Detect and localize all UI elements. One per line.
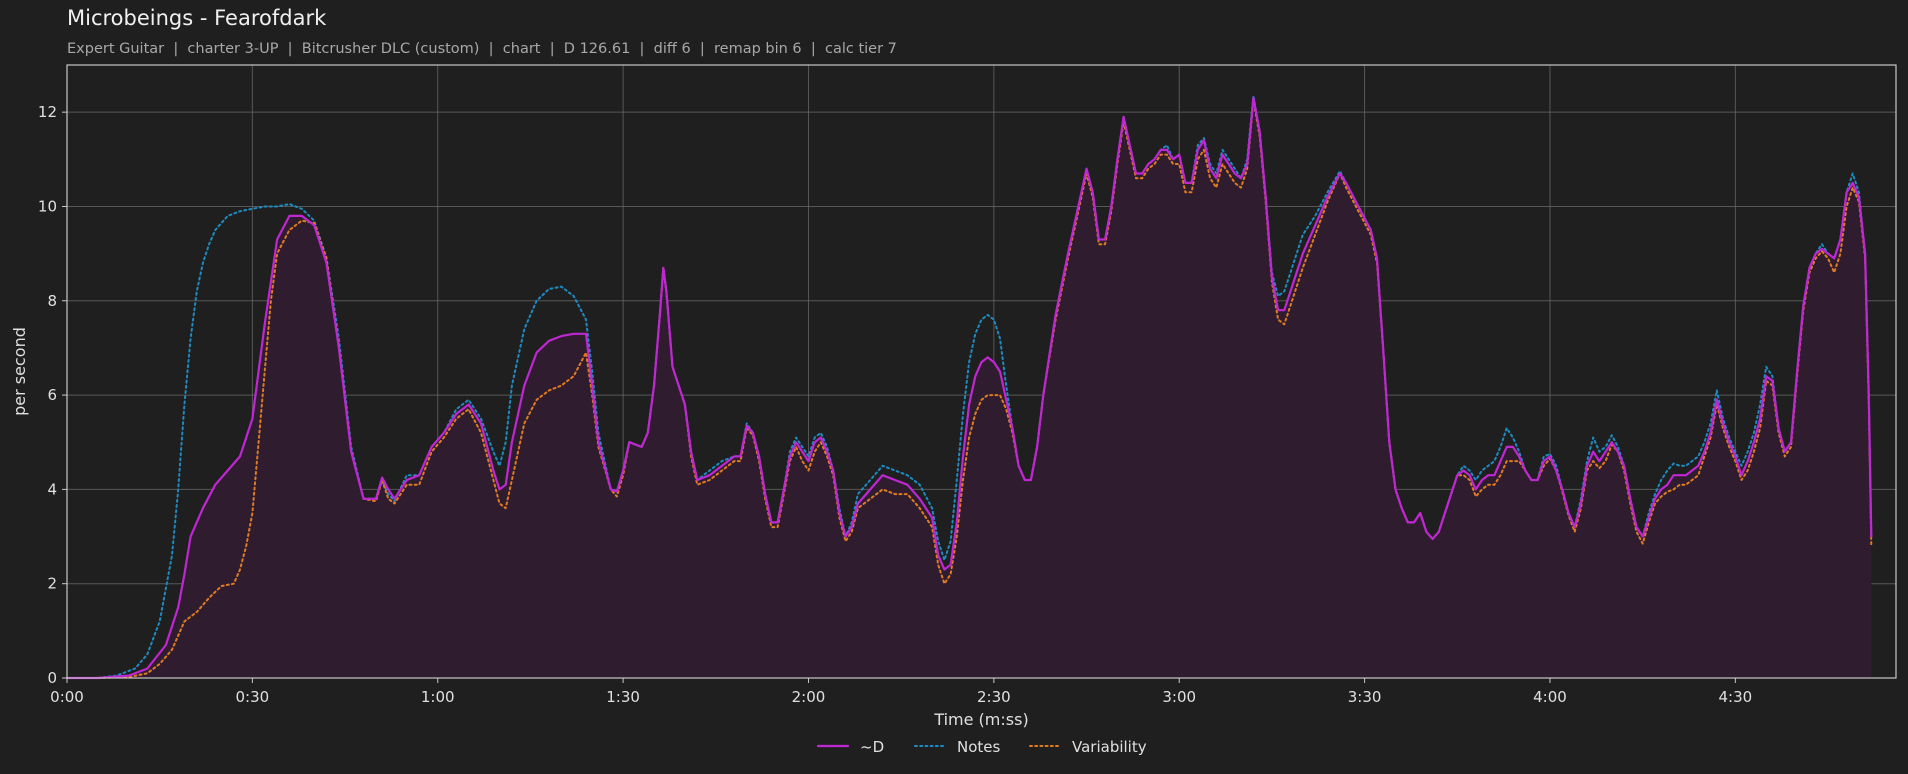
x-tick-label: 3:30 xyxy=(1348,688,1382,706)
chart-canvas: 0:00 0:30 1:00 1:30 2:00 2:30 3:00 3:30 4:00 4:30… xyxy=(10,64,1897,756)
x-tick-label: 0:30 xyxy=(236,688,270,706)
legend-label: Variability xyxy=(1072,738,1147,756)
y-tick-label: 12 xyxy=(38,103,57,121)
y-axis-label: per second xyxy=(10,327,29,416)
plot-area xyxy=(65,94,1873,680)
x-tick-label: 1:00 xyxy=(421,688,455,706)
y-tick-label: 8 xyxy=(47,292,57,310)
y-axis-ticks: 0 2 4 6 8 10 12 xyxy=(38,103,67,687)
x-tick-label: 2:30 xyxy=(977,688,1011,706)
x-tick-label: 2:00 xyxy=(792,688,826,706)
x-tick-label: 0:00 xyxy=(50,688,84,706)
y-tick-label: 10 xyxy=(38,197,57,215)
x-axis-ticks: 0:00 0:30 1:00 1:30 2:00 2:30 3:00 3:30 4:00 4:30 xyxy=(50,678,1752,706)
legend: ~D Notes Variability xyxy=(816,738,1147,756)
y-tick-label: 4 xyxy=(47,480,57,498)
legend-label: ~D xyxy=(860,738,884,756)
legend-item-d: ~D xyxy=(816,738,884,756)
y-tick-label: 0 xyxy=(47,669,57,687)
legend-label: Notes xyxy=(957,738,1001,756)
x-tick-label: 3:00 xyxy=(1162,688,1196,706)
y-tick-label: 2 xyxy=(47,575,57,593)
series-d-area xyxy=(67,98,1872,678)
x-tick-label: 4:00 xyxy=(1533,688,1567,706)
x-axis-label: Time (m:ss) xyxy=(933,710,1028,729)
x-tick-label: 1:30 xyxy=(606,688,640,706)
legend-item-variability: Variability xyxy=(1029,738,1147,756)
legend-item-notes: Notes xyxy=(914,738,1001,756)
y-tick-label: 6 xyxy=(47,386,57,404)
x-tick-label: 4:30 xyxy=(1719,688,1753,706)
